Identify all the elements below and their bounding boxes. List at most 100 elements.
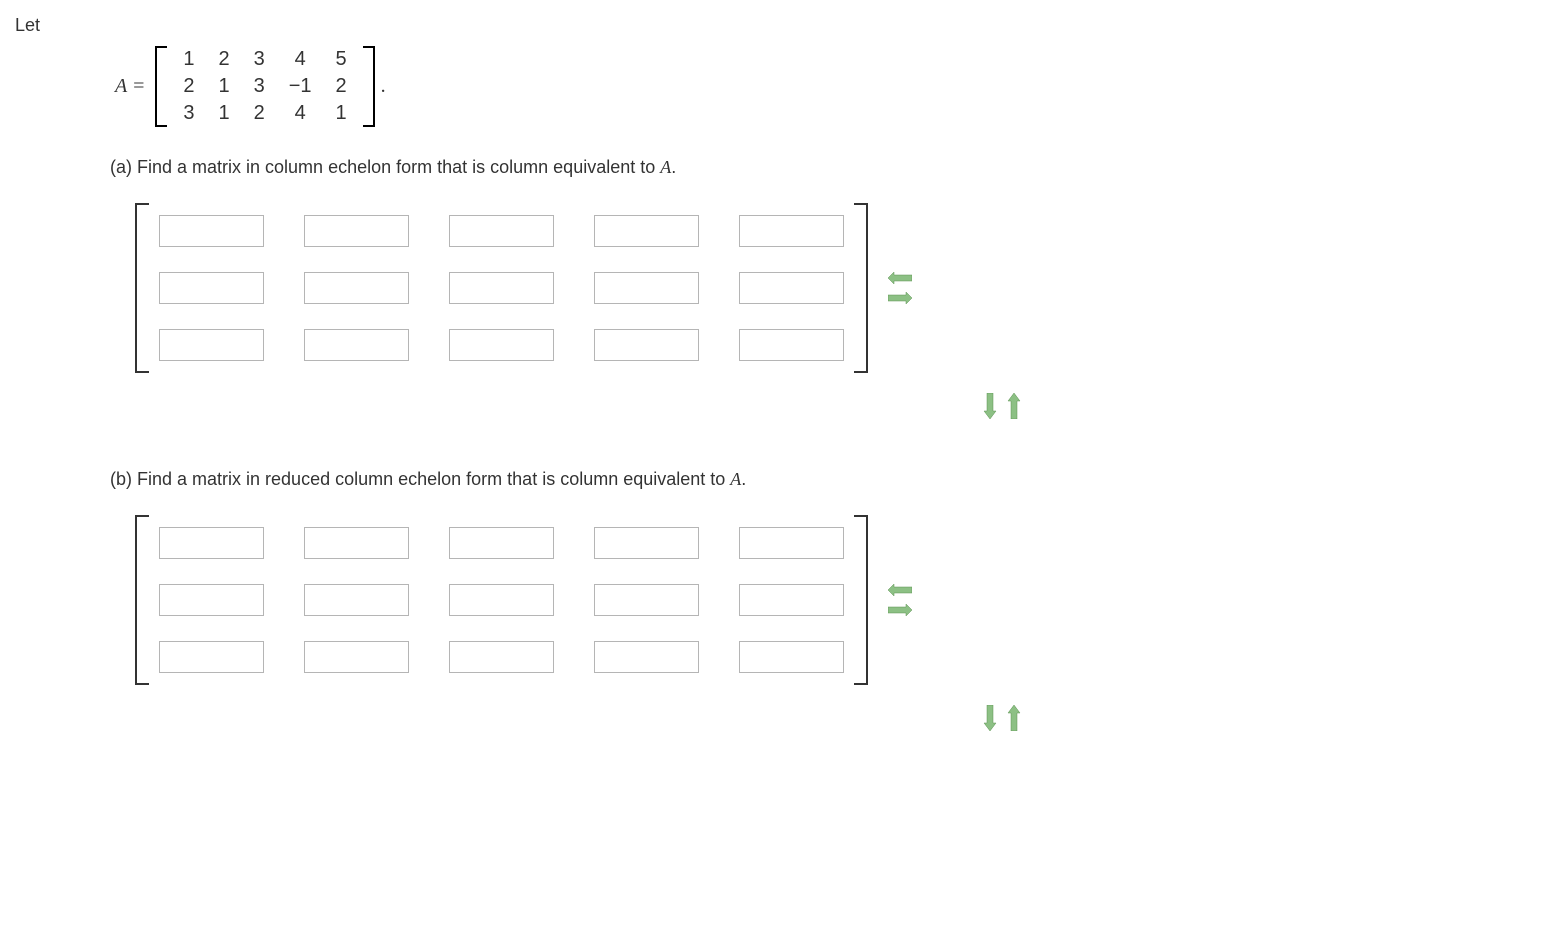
input-row bbox=[159, 215, 844, 247]
arrow-down-icon bbox=[983, 393, 997, 419]
matrix-input[interactable] bbox=[739, 272, 844, 304]
matrix-row: 3 1 2 4 1 bbox=[171, 100, 358, 127]
matrix-cell: 1 bbox=[171, 46, 206, 73]
matrix-display: 1 2 3 4 5 2 1 3 −1 2 3 1 2 4 1 bbox=[155, 46, 374, 127]
arrow-up-icon bbox=[1007, 393, 1021, 419]
arrow-down-icon bbox=[983, 705, 997, 731]
matrix-cell: 1 bbox=[324, 100, 359, 127]
matrix-cell: 2 bbox=[206, 46, 241, 73]
row-expand-controls-a bbox=[470, 393, 1533, 419]
add-column-button[interactable] bbox=[888, 291, 912, 305]
matrix-cell: 4 bbox=[277, 46, 324, 73]
matrix-input[interactable] bbox=[304, 641, 409, 673]
arrow-left-icon bbox=[888, 583, 912, 597]
matrix-cell: 3 bbox=[242, 46, 277, 73]
remove-row-button[interactable] bbox=[1007, 705, 1021, 731]
input-row bbox=[159, 329, 844, 361]
matrix-input[interactable] bbox=[159, 527, 264, 559]
input-bracket-left bbox=[135, 515, 149, 685]
input-row bbox=[159, 527, 844, 559]
matrix-input[interactable] bbox=[449, 272, 554, 304]
arrow-right-icon bbox=[888, 603, 912, 617]
matrix-input[interactable] bbox=[449, 584, 554, 616]
matrix-input[interactable] bbox=[304, 527, 409, 559]
matrix-input[interactable] bbox=[594, 329, 699, 361]
matrix-input[interactable] bbox=[594, 272, 699, 304]
arrow-up-icon bbox=[1007, 705, 1021, 731]
var-a: A bbox=[730, 469, 741, 489]
arrow-right-icon bbox=[888, 291, 912, 305]
input-matrix-a bbox=[135, 203, 868, 373]
matrix-row: 2 1 3 −1 2 bbox=[171, 73, 358, 100]
matrix-input[interactable] bbox=[739, 527, 844, 559]
col-expand-controls bbox=[888, 583, 912, 617]
matrix-input[interactable] bbox=[304, 329, 409, 361]
arrow-left-icon bbox=[888, 271, 912, 285]
part-b-label: (b) Find a matrix in reduced column eche… bbox=[110, 469, 1533, 490]
input-row bbox=[159, 641, 844, 673]
bracket-right bbox=[363, 46, 375, 127]
add-row-button[interactable] bbox=[983, 393, 997, 419]
matrix-input[interactable] bbox=[594, 527, 699, 559]
matrix-input[interactable] bbox=[449, 641, 554, 673]
matrix-cell: 5 bbox=[324, 46, 359, 73]
part-b: (b) Find a matrix in reduced column eche… bbox=[110, 469, 1533, 731]
matrix-row: 1 2 3 4 5 bbox=[171, 46, 358, 73]
matrix-cell: −1 bbox=[277, 73, 324, 100]
matrix-input[interactable] bbox=[159, 215, 264, 247]
add-column-button[interactable] bbox=[888, 603, 912, 617]
matrix-input[interactable] bbox=[159, 329, 264, 361]
matrix-input[interactable] bbox=[304, 272, 409, 304]
add-row-button[interactable] bbox=[983, 705, 997, 731]
matrix-definition: A = 1 2 3 4 5 2 1 3 −1 2 3 1 2 4 bbox=[115, 46, 1533, 127]
matrix-input[interactable] bbox=[594, 641, 699, 673]
row-expand-controls-b bbox=[470, 705, 1533, 731]
matrix-cell: 1 bbox=[206, 73, 241, 100]
matrix-input[interactable] bbox=[304, 584, 409, 616]
part-a-label: (a) Find a matrix in column echelon form… bbox=[110, 157, 1533, 178]
input-bracket-right bbox=[854, 515, 868, 685]
matrix-input[interactable] bbox=[159, 641, 264, 673]
matrix-label: A = bbox=[115, 75, 145, 98]
var-a: A bbox=[660, 157, 671, 177]
bracket-left bbox=[155, 46, 167, 127]
matrix-input[interactable] bbox=[739, 641, 844, 673]
matrix-input[interactable] bbox=[449, 329, 554, 361]
matrix-input[interactable] bbox=[449, 527, 554, 559]
answer-area-a bbox=[135, 203, 1533, 373]
matrix-input[interactable] bbox=[739, 215, 844, 247]
input-matrix-b bbox=[135, 515, 868, 685]
part-b-text: (b) Find a matrix in reduced column eche… bbox=[110, 469, 730, 489]
input-bracket-left bbox=[135, 203, 149, 373]
input-bracket-right bbox=[854, 203, 868, 373]
part-a: (a) Find a matrix in column echelon form… bbox=[110, 157, 1533, 419]
part-b-end: . bbox=[741, 469, 746, 489]
matrix-table: 1 2 3 4 5 2 1 3 −1 2 3 1 2 4 1 bbox=[171, 46, 358, 127]
input-matrix-grid bbox=[159, 515, 844, 685]
matrix-cell: 4 bbox=[277, 100, 324, 127]
matrix-cell: 3 bbox=[171, 100, 206, 127]
intro-text: Let bbox=[15, 15, 1533, 36]
answer-area-b bbox=[135, 515, 1533, 685]
matrix-cell: 2 bbox=[171, 73, 206, 100]
matrix-input[interactable] bbox=[159, 272, 264, 304]
remove-column-button[interactable] bbox=[888, 271, 912, 285]
matrix-cell: 1 bbox=[206, 100, 241, 127]
matrix-input[interactable] bbox=[449, 215, 554, 247]
matrix-cell: 2 bbox=[324, 73, 359, 100]
matrix-input[interactable] bbox=[304, 215, 409, 247]
matrix-input[interactable] bbox=[739, 329, 844, 361]
part-a-end: . bbox=[671, 157, 676, 177]
period: . bbox=[381, 75, 386, 98]
remove-row-button[interactable] bbox=[1007, 393, 1021, 419]
input-row bbox=[159, 584, 844, 616]
remove-column-button[interactable] bbox=[888, 583, 912, 597]
matrix-input[interactable] bbox=[739, 584, 844, 616]
input-matrix-grid bbox=[159, 203, 844, 373]
matrix-input[interactable] bbox=[594, 584, 699, 616]
input-row bbox=[159, 272, 844, 304]
matrix-cell: 2 bbox=[242, 100, 277, 127]
matrix-input[interactable] bbox=[159, 584, 264, 616]
matrix-input[interactable] bbox=[594, 215, 699, 247]
col-expand-controls bbox=[888, 271, 912, 305]
